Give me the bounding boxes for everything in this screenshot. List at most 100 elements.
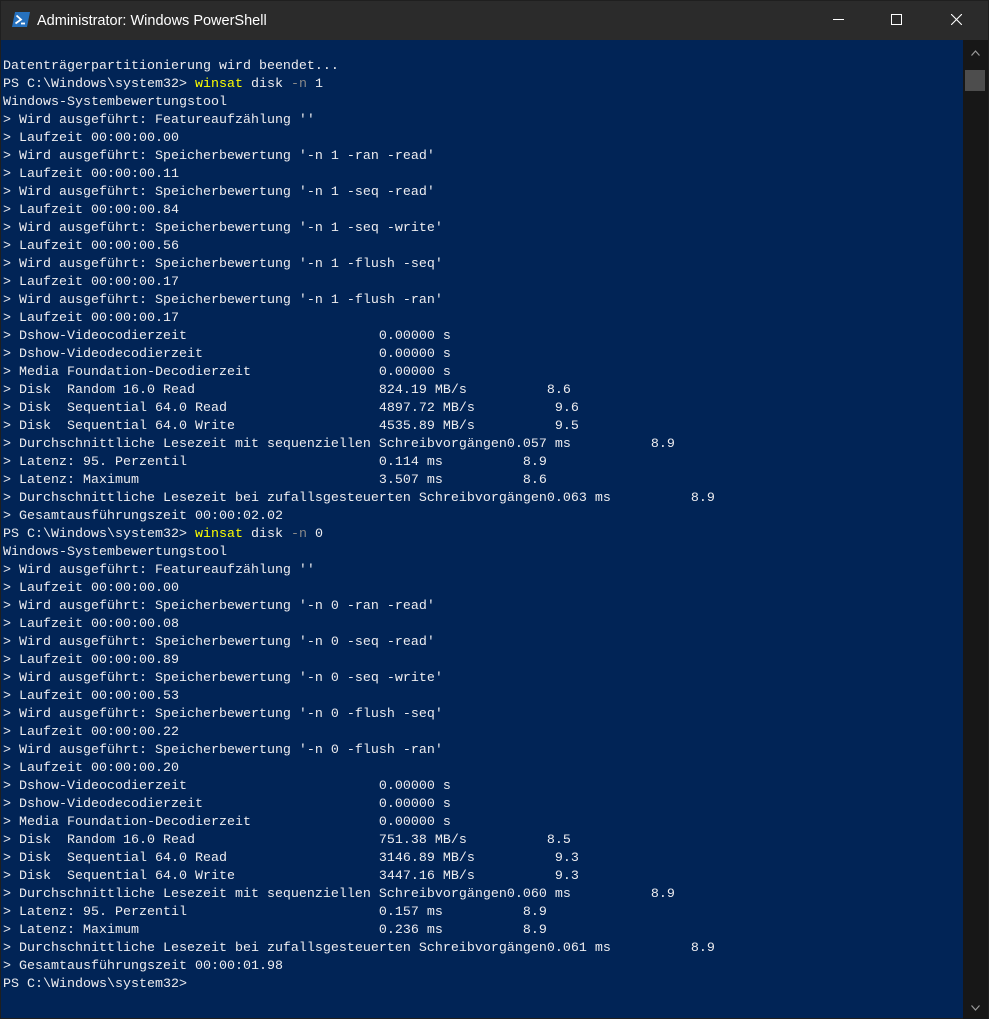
output-text: Windows-Systembewertungstool (3, 95, 227, 110)
console-line: > Wird ausgeführt: Speicherbewertung '-n… (3, 256, 715, 274)
output-text: > Disk Sequential 64.0 Read 3146.89 MB/s… (3, 851, 579, 866)
console-line: > Dshow-Videocodierzeit 0.00000 s (3, 778, 715, 796)
close-button[interactable] (925, 1, 988, 40)
output-text: > Wird ausgeführt: Featureaufzählung '' (3, 113, 315, 128)
console-line: > Wird ausgeführt: Speicherbewertung '-n… (3, 220, 715, 238)
console-line: > Wird ausgeführt: Speicherbewertung '-n… (3, 670, 715, 688)
maximize-button[interactable] (867, 1, 925, 40)
output-text: > Laufzeit 00:00:00.56 (3, 239, 179, 254)
output-text: > Latenz: 95. Perzentil 0.114 ms 8.9 (3, 455, 547, 470)
vertical-scrollbar[interactable] (963, 40, 988, 1019)
output-text: > Laufzeit 00:00:00.89 (3, 653, 179, 668)
console-line: Windows-Systembewertungstool (3, 94, 715, 112)
console-line: > Wird ausgeführt: Speicherbewertung '-n… (3, 292, 715, 310)
output-text: > Latenz: Maximum 3.507 ms 8.6 (3, 473, 547, 488)
output-text: > Dshow-Videocodierzeit 0.00000 s (3, 329, 451, 344)
console-line: > Media Foundation-Decodierzeit 0.00000 … (3, 814, 715, 832)
output-text: > Dshow-Videocodierzeit 0.00000 s (3, 779, 451, 794)
console-line: > Laufzeit 00:00:00.00 (3, 580, 715, 598)
output-text: > Laufzeit 00:00:00.08 (3, 617, 179, 632)
minimize-button[interactable] (809, 1, 867, 40)
minimize-icon (832, 12, 844, 30)
parameter-token: -n (290, 77, 307, 92)
console-line: > Wird ausgeführt: Speicherbewertung '-n… (3, 598, 715, 616)
console-output[interactable]: Datenträgerpartitionierung wird beendet.… (1, 40, 963, 1018)
console-line: > Wird ausgeführt: Speicherbewertung '-n… (3, 634, 715, 652)
powershell-icon[interactable] (12, 12, 30, 27)
output-text: > Laufzeit 00:00:00.17 (3, 311, 179, 326)
output-text: > Disk Sequential 64.0 Write 4535.89 MB/… (3, 419, 579, 434)
console-line: Windows-Systembewertungstool (3, 544, 715, 562)
output-text: > Laufzeit 00:00:00.11 (3, 167, 179, 182)
console-line: > Laufzeit 00:00:00.17 (3, 274, 715, 292)
output-text: > Media Foundation-Decodierzeit 0.00000 … (3, 365, 451, 380)
command-token: winsat (194, 527, 243, 542)
console-line: > Dshow-Videodecodierzeit 0.00000 s (3, 796, 715, 814)
output-text: > Laufzeit 00:00:00.17 (3, 275, 179, 290)
console-line: > Wird ausgeführt: Speicherbewertung '-n… (3, 184, 715, 202)
scroll-up-button[interactable] (963, 42, 988, 62)
console-line: > Media Foundation-Decodierzeit 0.00000 … (3, 364, 715, 382)
output-text: > Wird ausgeführt: Speicherbewertung '-n… (3, 743, 443, 758)
console-line: > Latenz: Maximum 3.507 ms 8.6 (3, 472, 715, 490)
scroll-thumb[interactable] (965, 70, 985, 91)
output-text: > Disk Random 16.0 Read 751.38 MB/s 8.5 (3, 833, 571, 848)
scroll-down-button[interactable] (963, 997, 988, 1017)
console-line: PS C:\Windows\system32> winsat disk -n 1 (3, 76, 715, 94)
console-line: > Laufzeit 00:00:00.11 (3, 166, 715, 184)
output-text: > Wird ausgeführt: Speicherbewertung '-n… (3, 149, 435, 164)
output-text: > Disk Sequential 64.0 Read 4897.72 MB/s… (3, 401, 579, 416)
output-text: > Durchschnittliche Lesezeit bei zufalls… (3, 941, 715, 956)
output-text: > Laufzeit 00:00:00.84 (3, 203, 179, 218)
output-text: > Dshow-Videodecodierzeit 0.00000 s (3, 797, 451, 812)
output-text: > Disk Sequential 64.0 Write 3447.16 MB/… (3, 869, 579, 884)
output-text: > Disk Random 16.0 Read 824.19 MB/s 8.6 (3, 383, 571, 398)
console-line: > Laufzeit 00:00:00.53 (3, 688, 715, 706)
console-line: > Disk Random 16.0 Read 751.38 MB/s 8.5 (3, 832, 715, 850)
console-line: > Wird ausgeführt: Featureaufzählung '' (3, 112, 715, 130)
console-line: > Wird ausgeführt: Speicherbewertung '-n… (3, 148, 715, 166)
output-text: > Wird ausgeführt: Speicherbewertung '-n… (3, 257, 443, 272)
output-text: Windows-Systembewertungstool (3, 545, 227, 560)
output-text: disk (242, 527, 291, 542)
output-text: > Wird ausgeführt: Speicherbewertung '-n… (3, 671, 443, 686)
console-line: > Latenz: 95. Perzentil 0.114 ms 8.9 (3, 454, 715, 472)
output-text: > Media Foundation-Decodierzeit 0.00000 … (3, 815, 451, 830)
console-line: > Disk Sequential 64.0 Read 3146.89 MB/s… (3, 850, 715, 868)
output-text: PS C:\Windows\system32> (3, 77, 195, 92)
output-text: > Laufzeit 00:00:00.00 (3, 581, 179, 596)
output-text: > Laufzeit 00:00:00.00 (3, 131, 179, 146)
console-line: > Laufzeit 00:00:00.84 (3, 202, 715, 220)
console-line: > Laufzeit 00:00:00.89 (3, 652, 715, 670)
output-text: > Durchschnittliche Lesezeit mit sequenz… (3, 887, 675, 902)
console-line: > Latenz: 95. Perzentil 0.157 ms 8.9 (3, 904, 715, 922)
output-text: > Wird ausgeführt: Featureaufzählung '' (3, 563, 315, 578)
console-line: > Dshow-Videocodierzeit 0.00000 s (3, 328, 715, 346)
console-text: Datenträgerpartitionierung wird beendet.… (3, 58, 715, 994)
console-line: > Gesamtausführungszeit 00:00:02.02 (3, 508, 715, 526)
console-line: > Laufzeit 00:00:00.56 (3, 238, 715, 256)
console-line: > Latenz: Maximum 0.236 ms 8.9 (3, 922, 715, 940)
console-line: > Disk Sequential 64.0 Write 3447.16 MB/… (3, 868, 715, 886)
console-line: PS C:\Windows\system32> winsat disk -n 0 (3, 526, 715, 544)
console-line: > Durchschnittliche Lesezeit mit sequenz… (3, 436, 715, 454)
console-line: > Wird ausgeführt: Speicherbewertung '-n… (3, 706, 715, 724)
console-line: > Laufzeit 00:00:00.20 (3, 760, 715, 778)
output-text: > Gesamtausführungszeit 00:00:01.98 (3, 959, 283, 974)
output-text: > Latenz: Maximum 0.236 ms 8.9 (3, 923, 547, 938)
console-line: > Dshow-Videodecodierzeit 0.00000 s (3, 346, 715, 364)
console-line: > Laufzeit 00:00:00.22 (3, 724, 715, 742)
console-line: > Durchschnittliche Lesezeit bei zufalls… (3, 940, 715, 958)
chevron-up-icon (971, 43, 980, 61)
command-token: winsat (194, 77, 243, 92)
output-text: Datenträgerpartitionierung wird beendet.… (3, 59, 339, 74)
console-line: > Laufzeit 00:00:00.08 (3, 616, 715, 634)
title-bar[interactable]: Administrator: Windows PowerShell (1, 1, 988, 40)
output-text: PS C:\Windows\system32> (3, 977, 187, 992)
console-line: > Wird ausgeführt: Featureaufzählung '' (3, 562, 715, 580)
output-text: PS C:\Windows\system32> (3, 527, 195, 542)
output-text: > Wird ausgeführt: Speicherbewertung '-n… (3, 635, 435, 650)
output-text: > Latenz: 95. Perzentil 0.157 ms 8.9 (3, 905, 547, 920)
output-text: 0 (306, 527, 323, 542)
output-text: > Dshow-Videodecodierzeit 0.00000 s (3, 347, 451, 362)
